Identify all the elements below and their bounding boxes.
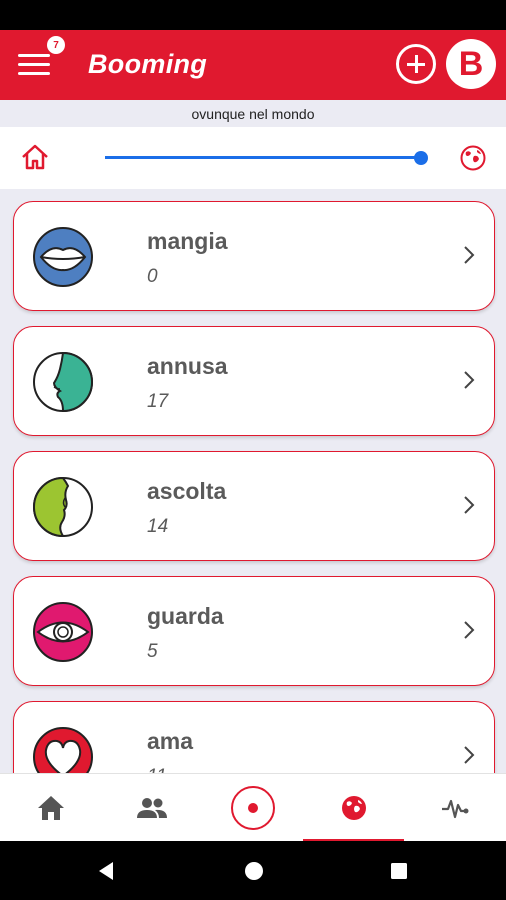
heart-icon	[33, 727, 93, 773]
category-card[interactable]: annusa 17	[13, 326, 495, 436]
add-button[interactable]	[396, 44, 436, 84]
menu-icon-line	[18, 72, 50, 75]
distance-slider[interactable]	[105, 156, 423, 159]
nose-icon	[33, 351, 93, 413]
category-count: 17	[147, 391, 169, 412]
bottom-nav	[0, 773, 506, 842]
app-title: Booming	[88, 49, 208, 79]
nav-activity[interactable]	[404, 774, 505, 842]
category-card[interactable]: mangia 0	[13, 201, 495, 311]
category-count: 14	[147, 516, 169, 537]
category-count: 5	[147, 641, 158, 662]
home-icon	[37, 796, 64, 820]
home-button-icon[interactable]	[244, 861, 264, 881]
home-icon[interactable]	[20, 143, 50, 171]
globe-icon	[341, 796, 366, 820]
nav-record[interactable]	[202, 774, 303, 842]
range-panel	[0, 127, 506, 189]
category-card[interactable]: ascolta 14	[13, 451, 495, 561]
ear-icon	[33, 476, 93, 538]
menu-button[interactable]	[18, 52, 52, 78]
category-count: 11	[147, 766, 167, 773]
nav-world[interactable]	[303, 774, 404, 842]
people-icon	[136, 798, 167, 818]
location-label: ovunque nel mondo	[191, 106, 315, 122]
eye-icon	[33, 602, 93, 662]
system-nav-bar	[0, 841, 506, 900]
world-icon[interactable]	[459, 144, 487, 172]
chevron-right-icon	[464, 746, 475, 764]
mouth-icon	[33, 227, 93, 287]
nav-people[interactable]	[101, 774, 202, 842]
menu-icon	[18, 54, 50, 57]
category-label: annusa	[147, 353, 228, 379]
category-label: mangia	[147, 228, 228, 254]
notification-badge: 7	[47, 36, 65, 54]
chevron-right-icon	[464, 496, 475, 514]
category-card[interactable]: ama 11	[13, 701, 495, 773]
distance-slider-thumb[interactable]	[414, 151, 428, 165]
record-icon	[230, 786, 275, 830]
category-list: mangia 0 annusa 17 ascolta 14 guarda 5 a…	[0, 189, 506, 773]
profile-button[interactable]: B	[446, 39, 496, 89]
chevron-right-icon	[464, 246, 475, 264]
recents-icon[interactable]	[390, 862, 408, 880]
category-count: 0	[147, 266, 158, 287]
category-label: guarda	[147, 603, 224, 629]
status-bar	[0, 0, 506, 30]
chevron-right-icon	[464, 371, 475, 389]
back-icon[interactable]	[96, 861, 116, 881]
category-label: ascolta	[147, 478, 227, 504]
chevron-right-icon	[464, 621, 475, 639]
nav-home[interactable]	[0, 774, 101, 842]
category-label: ama	[147, 728, 194, 754]
category-card[interactable]: guarda 5	[13, 576, 495, 686]
activity-icon	[441, 799, 468, 819]
menu-icon-line	[18, 63, 50, 66]
app-bar: 7 Booming B	[0, 30, 506, 100]
